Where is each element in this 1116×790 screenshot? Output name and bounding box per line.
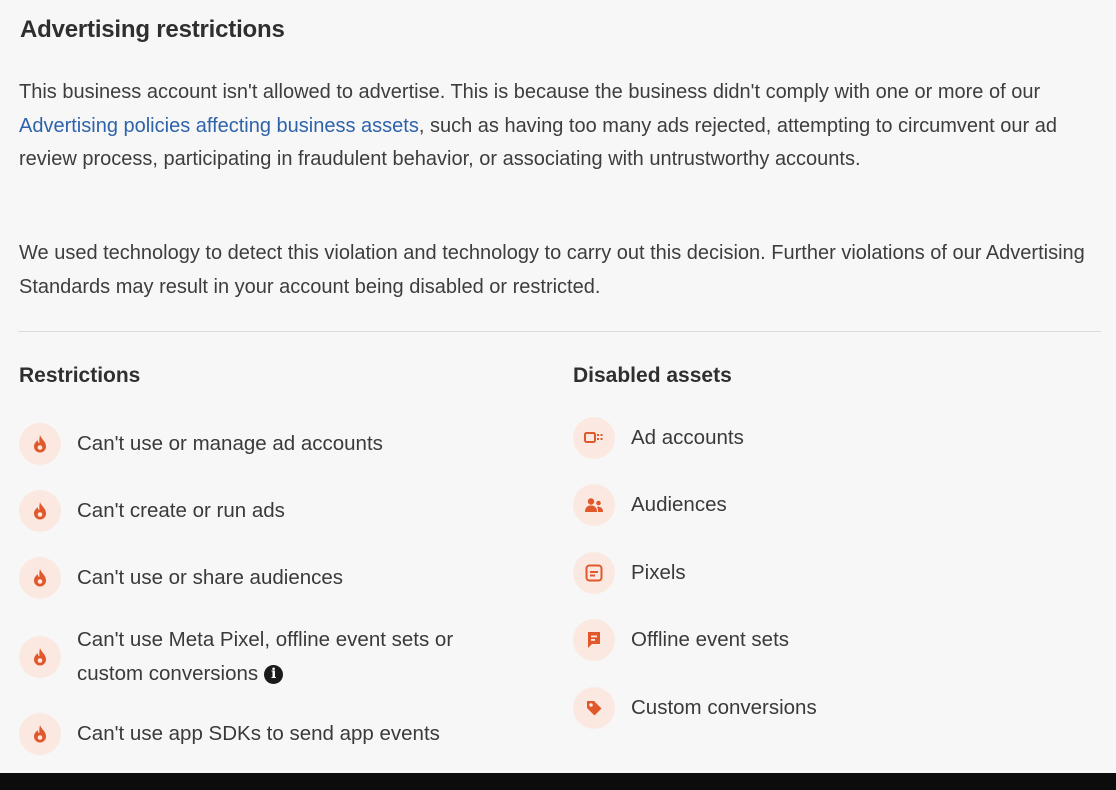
- restriction-item: Can't use app SDKs to send app events: [19, 713, 440, 755]
- flame-icon: [19, 423, 61, 465]
- disabled-assets-heading: Disabled assets: [573, 364, 732, 387]
- section-divider: [18, 331, 1101, 332]
- asset-label: Pixels: [631, 561, 686, 585]
- restriction-item: Can't use or manage ad accounts: [19, 423, 383, 465]
- disabled-asset-item: Audiences: [573, 484, 727, 526]
- advertising-policies-link[interactable]: Advertising policies affecting business …: [19, 115, 419, 137]
- paragraph-text-start: This business account isn't allowed to a…: [19, 81, 1041, 103]
- restriction-item: Can't create or run ads: [19, 490, 285, 532]
- flame-icon: [19, 490, 61, 532]
- pixel-icon: [573, 552, 615, 594]
- restriction-label: Can't use or share audiences: [77, 566, 344, 590]
- info-icon[interactable]: i: [264, 664, 284, 684]
- asset-label: Ad accounts: [631, 426, 744, 450]
- asset-label: Offline event sets: [631, 628, 790, 652]
- audience-icon: [573, 484, 615, 526]
- bottom-bar: [0, 773, 1116, 790]
- restriction-label: Can't use or manage ad accounts: [77, 432, 383, 456]
- technology-notice-paragraph: We used technology to detect this violat…: [19, 242, 1085, 298]
- restriction-label-with-info: Can't use Meta Pixel, offline event sets…: [77, 623, 517, 690]
- disabled-asset-item: Offline event sets: [573, 619, 789, 661]
- asset-label: Audiences: [631, 493, 727, 517]
- flame-icon: [19, 557, 61, 599]
- explanation-paragraph: This business account isn't allowed to a…: [19, 76, 1104, 177]
- offline-event-icon: [573, 619, 615, 661]
- ad-account-icon: [573, 417, 615, 459]
- disabled-asset-item: Custom conversions: [573, 687, 817, 729]
- restriction-item: Can't use Meta Pixel, offline event sets…: [19, 623, 539, 690]
- flame-icon: [19, 635, 61, 678]
- asset-label: Custom conversions: [631, 696, 817, 720]
- advertising-restrictions-panel: Advertising restrictions This business a…: [0, 0, 1116, 773]
- section-title: Advertising restrictions: [20, 16, 285, 43]
- flame-icon: [19, 713, 61, 755]
- restriction-item: Can't use or share audiences: [19, 557, 343, 599]
- restriction-label: Can't create or run ads: [77, 499, 285, 523]
- disabled-asset-item: Pixels: [573, 552, 686, 594]
- disabled-asset-item: Ad accounts: [573, 417, 744, 459]
- restriction-label: Can't use app SDKs to send app events: [77, 722, 440, 746]
- custom-conversion-icon: [573, 687, 615, 729]
- restrictions-heading: Restrictions: [19, 364, 141, 387]
